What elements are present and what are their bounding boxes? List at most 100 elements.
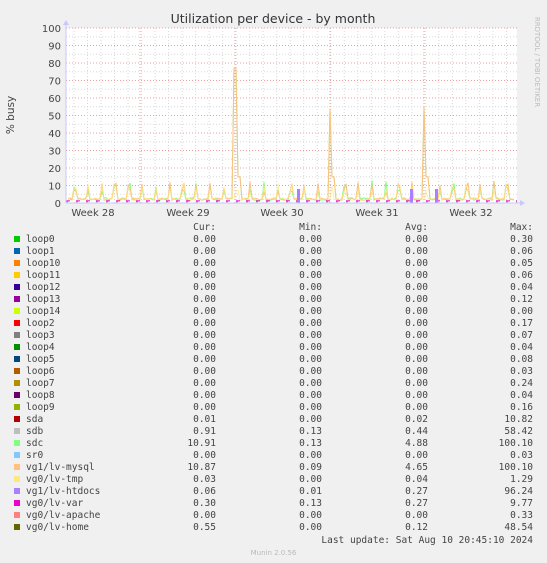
value-cur: 0.01 — [193, 414, 216, 425]
legend-row: sr0 0.00 0.00 0.00 0.03 — [0, 450, 547, 462]
y-tick-label: 80 — [48, 59, 61, 70]
value-cur: 10.87 — [187, 462, 216, 473]
legend-row: loop9 0.00 0.00 0.00 0.16 — [0, 402, 547, 414]
value-min: 0.13 — [299, 438, 322, 449]
value-cur: 0.00 — [193, 510, 216, 521]
series-name: loop11 — [26, 270, 61, 281]
value-avg: 0.00 — [405, 450, 428, 461]
value-max: 58.42 — [504, 426, 533, 437]
legend-swatch — [14, 524, 20, 530]
value-cur: 0.06 — [193, 486, 216, 497]
value-avg: 0.00 — [405, 402, 428, 413]
value-avg: 0.00 — [405, 306, 428, 317]
value-cur: 0.91 — [193, 426, 216, 437]
y-tick-label: 90 — [48, 42, 61, 53]
value-max: 48.54 — [504, 522, 533, 533]
value-max: 0.30 — [510, 234, 533, 245]
value-cur: 0.30 — [193, 498, 216, 509]
value-avg: 0.00 — [405, 318, 428, 329]
legend-row: loop11 0.00 0.00 0.00 0.06 — [0, 270, 547, 282]
series-name: vg0/lv-var — [26, 498, 84, 509]
legend-row: loop1 0.00 0.00 0.00 0.06 — [0, 246, 547, 258]
value-max: 100.10 — [498, 438, 533, 449]
legend-row: loop4 0.00 0.00 0.00 0.04 — [0, 342, 547, 354]
value-avg: 0.00 — [405, 390, 428, 401]
value-avg: 0.27 — [405, 486, 428, 497]
legend-row: sdc 10.91 0.13 4.88 100.10 — [0, 438, 547, 450]
legend-swatch — [14, 464, 20, 470]
value-max: 0.33 — [510, 510, 533, 521]
value-max: 9.77 — [510, 498, 533, 509]
series-name: vg0/lv-home — [26, 522, 89, 533]
y-tick-label: 0 — [55, 199, 61, 210]
y-tick-label: 100 — [42, 24, 61, 35]
value-max: 0.08 — [510, 354, 533, 365]
series-name: loop10 — [26, 258, 61, 269]
x-tick-label: Week 30 — [260, 208, 303, 219]
series-name: loop1 — [26, 246, 55, 257]
value-min: 0.00 — [299, 378, 322, 389]
value-max: 0.04 — [510, 342, 533, 353]
value-avg: 0.00 — [405, 234, 428, 245]
value-min: 0.00 — [299, 282, 322, 293]
header-min: Min: — [299, 222, 322, 233]
legend-row: sdb 0.91 0.13 0.44 58.42 — [0, 426, 547, 438]
legend-row: loop8 0.00 0.00 0.00 0.04 — [0, 390, 547, 402]
value-avg: 0.00 — [405, 354, 428, 365]
legend-row: loop0 0.00 0.00 0.00 0.30 — [0, 234, 547, 246]
value-cur: 0.00 — [193, 390, 216, 401]
legend-swatch — [14, 512, 20, 518]
series-name: loop2 — [26, 318, 55, 329]
value-avg: 0.00 — [405, 342, 428, 353]
value-cur: 0.00 — [193, 246, 216, 257]
chart-title: Utilization per device - by month — [171, 11, 376, 26]
header-avg: Avg: — [405, 222, 428, 233]
value-min: 0.00 — [299, 402, 322, 413]
legend-row: loop5 0.00 0.00 0.00 0.08 — [0, 354, 547, 366]
value-min: 0.00 — [299, 330, 322, 341]
header-max: Max: — [510, 222, 533, 233]
value-max: 1.29 — [510, 474, 533, 485]
value-cur: 0.00 — [193, 270, 216, 281]
value-min: 0.00 — [299, 342, 322, 353]
value-min: 0.00 — [299, 294, 322, 305]
value-max: 10.82 — [504, 414, 533, 425]
series-vg1-lv-htdocs-bump — [297, 189, 300, 203]
value-min: 0.00 — [299, 522, 322, 533]
value-cur: 0.00 — [193, 306, 216, 317]
series-name: vg1/lv-htdocs — [26, 486, 101, 497]
value-cur: 0.00 — [193, 234, 216, 245]
y-tick-label: 10 — [48, 182, 61, 193]
value-max: 0.17 — [510, 318, 533, 329]
value-avg: 0.00 — [405, 510, 428, 521]
value-max: 0.12 — [510, 294, 533, 305]
legend-swatch — [14, 440, 20, 446]
value-min: 0.00 — [299, 450, 322, 461]
value-cur: 0.00 — [193, 318, 216, 329]
value-min: 0.00 — [299, 366, 322, 377]
series-name: loop14 — [26, 306, 61, 317]
value-min: 0.01 — [299, 486, 322, 497]
legend-row: loop3 0.00 0.00 0.00 0.07 — [0, 330, 547, 342]
value-min: 0.00 — [299, 270, 322, 281]
y-tick-label: 50 — [48, 112, 61, 123]
value-cur: 0.00 — [193, 282, 216, 293]
legend-swatch — [14, 428, 20, 434]
value-cur: 0.00 — [193, 258, 216, 269]
header-cur: Cur: — [193, 222, 216, 233]
value-cur: 0.00 — [193, 342, 216, 353]
value-cur: 0.00 — [193, 366, 216, 377]
value-cur: 0.00 — [193, 450, 216, 461]
legend-header: Cur: Min: Avg: Max: — [0, 222, 547, 234]
series-name: loop4 — [26, 342, 55, 353]
legend-row: vg0/lv-apache 0.00 0.00 0.00 0.33 — [0, 510, 547, 522]
value-max: 100.10 — [498, 462, 533, 473]
series-name: loop8 — [26, 390, 55, 401]
value-avg: 0.44 — [405, 426, 428, 437]
value-max: 0.06 — [510, 270, 533, 281]
value-cur: 10.91 — [187, 438, 216, 449]
x-tick-label: Week 31 — [355, 208, 398, 219]
value-min: 0.00 — [299, 474, 322, 485]
value-max: 0.07 — [510, 330, 533, 341]
value-min: 0.00 — [299, 318, 322, 329]
